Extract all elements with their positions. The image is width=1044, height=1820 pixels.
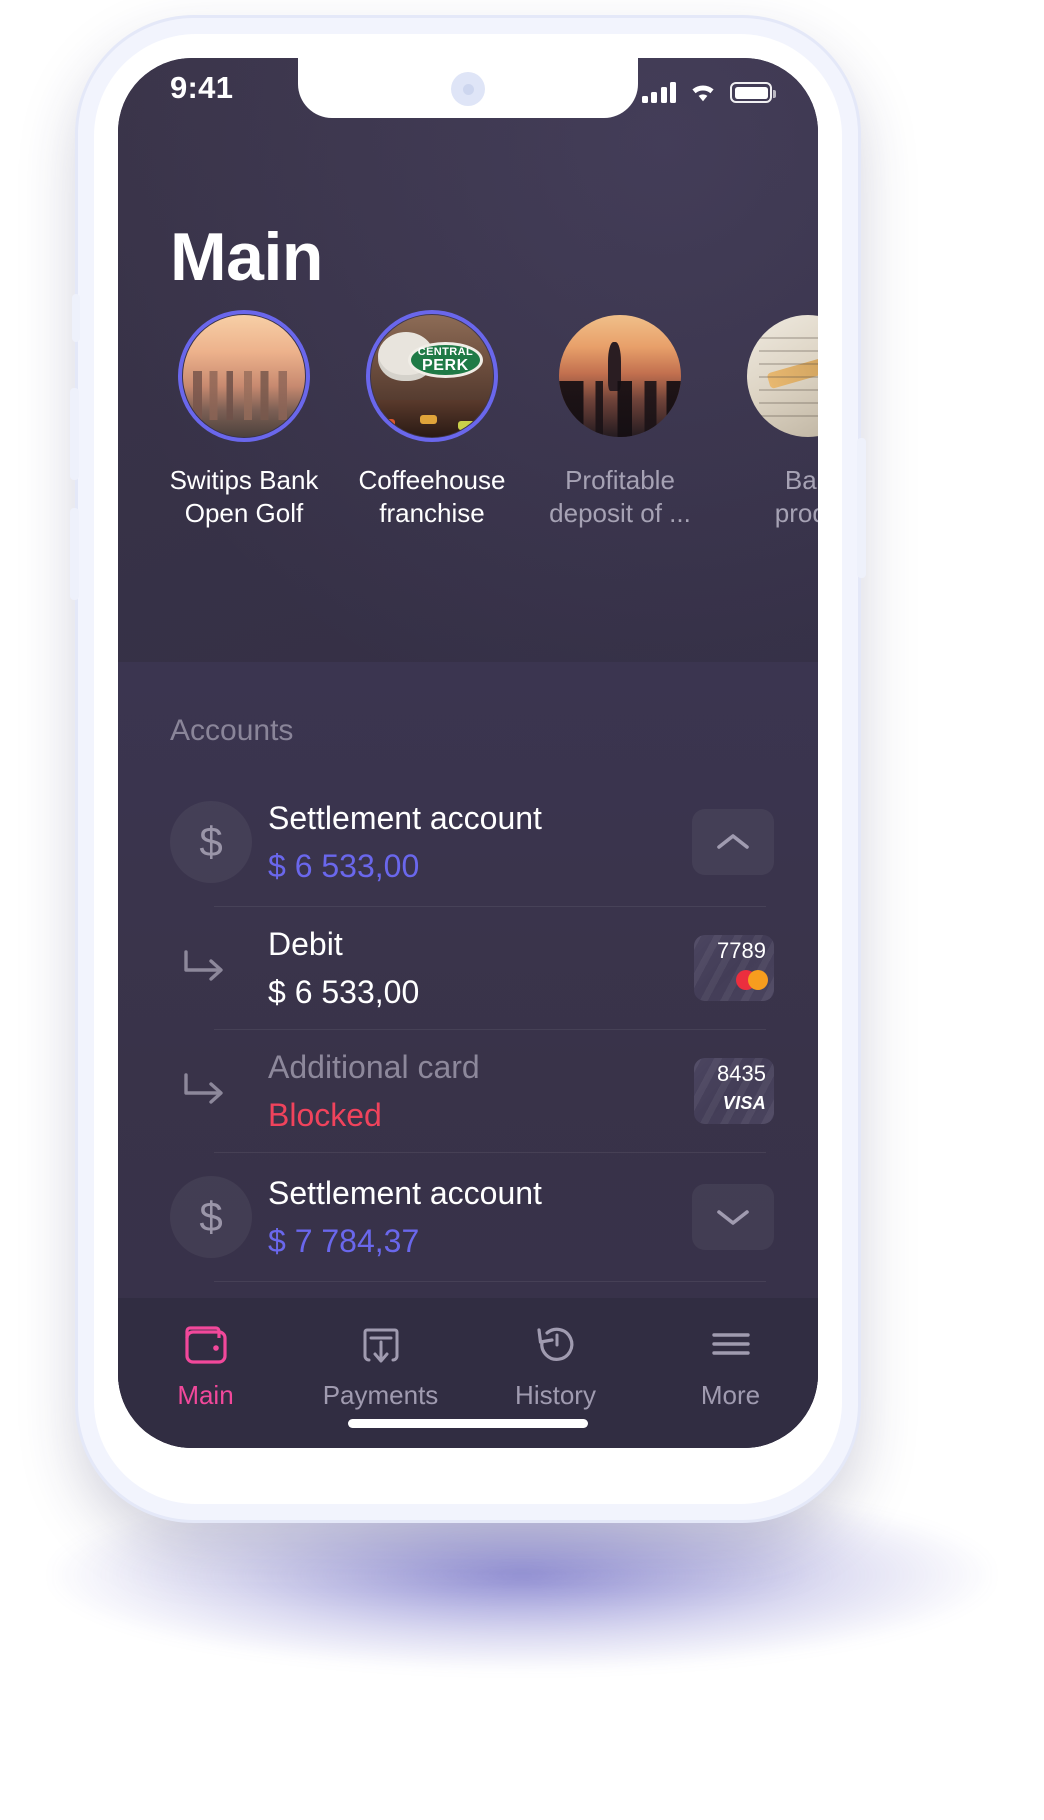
row-trailing (692, 1184, 774, 1250)
volume-up-button[interactable] (70, 388, 79, 480)
story-ring: CENTRAL PERK (366, 310, 498, 442)
account-name: Settlement account (268, 800, 542, 837)
home-indicator[interactable] (348, 1419, 588, 1428)
account-row-settlement-2[interactable]: $ Settlement account $ 7 784,37 (118, 1153, 818, 1281)
chevron-down-icon (717, 1210, 749, 1225)
story-thumbnail (747, 315, 818, 437)
row-content: Settlement account $ 6 533,00 (268, 799, 692, 885)
screen-header: Main (118, 118, 818, 296)
story-thumbnail (559, 315, 681, 437)
dollar-circle-icon: $ (170, 1176, 252, 1258)
story-ring (742, 310, 818, 442)
tab-label: History (515, 1380, 596, 1410)
arrow-branch-icon (184, 1073, 223, 1104)
accounts-list: $ Settlement account $ 6 533,00 Debit $ … (118, 778, 818, 1282)
phone-screen: 9:41 Main Switips Bank Open Golf CENTRAL… (118, 58, 818, 1448)
card-row-additional[interactable]: Additional card Blocked 8435 VISA (118, 1030, 818, 1152)
row-leading (170, 946, 268, 990)
story-item-2[interactable]: Profitable deposit of ... (526, 310, 714, 530)
phone-device-frame: 9:41 Main Switips Bank Open Golf CENTRAL… (70, 18, 866, 1520)
row-trailing (692, 809, 774, 875)
row-content: Additional card Blocked (268, 1048, 694, 1134)
card-name: Additional card (268, 1049, 480, 1086)
row-content: Settlement account $ 7 784,37 (268, 1174, 692, 1260)
row-leading: $ (170, 801, 268, 883)
story-label: Coffeehouse franchise (358, 465, 506, 528)
card-badge-mastercard[interactable]: 7789 (694, 935, 774, 1001)
chevron-up-icon (717, 834, 749, 849)
battery-full-icon (730, 82, 777, 103)
story-label: Ban produ (774, 465, 818, 528)
silent-switch[interactable] (72, 294, 80, 342)
tab-label: More (700, 1380, 761, 1410)
story-thumbnail: CENTRAL PERK (371, 315, 493, 437)
cellular-signal-icon (641, 81, 676, 103)
row-trailing: 8435 VISA (694, 1058, 774, 1124)
tab-main[interactable]: Main (118, 1320, 293, 1411)
volume-down-button[interactable] (70, 508, 79, 600)
status-indicators (641, 73, 777, 103)
story-item-0[interactable]: Switips Bank Open Golf (150, 310, 338, 530)
tab-label: Payments (322, 1380, 439, 1410)
card-status-badge: Blocked (268, 1096, 382, 1133)
visa-icon: VISA (722, 1092, 766, 1113)
card-badge-visa[interactable]: 8435 VISA (694, 1058, 774, 1124)
account-name: Settlement account (268, 1175, 542, 1212)
tab-label: Main (177, 1380, 234, 1410)
clock-rewind-icon (533, 1320, 579, 1368)
download-box-icon (358, 1320, 404, 1368)
dollar-circle-icon: $ (170, 801, 252, 883)
tab-payments[interactable]: Payments (293, 1320, 468, 1411)
story-item-1[interactable]: CENTRAL PERK Coffeehouse franchise (338, 310, 526, 530)
row-leading (170, 1069, 268, 1113)
story-ring (178, 310, 310, 442)
stories-carousel[interactable]: Switips Bank Open Golf CENTRAL PERK Coffe… (118, 310, 818, 530)
mastercard-icon (736, 968, 768, 992)
card-name: Debit (268, 926, 343, 963)
card-last4: 8435 (717, 1061, 766, 1086)
tab-history[interactable]: History (468, 1320, 643, 1411)
story-thumbnail (183, 315, 305, 437)
story-ring (554, 310, 686, 442)
page-root: 9:41 Main Switips Bank Open Golf CENTRAL… (0, 0, 1044, 1820)
wifi-icon (689, 82, 717, 103)
front-camera-icon (451, 72, 485, 106)
power-button[interactable] (857, 438, 866, 578)
expand-button[interactable] (692, 1184, 774, 1250)
account-row-settlement-1[interactable]: $ Settlement account $ 6 533,00 (118, 778, 818, 906)
card-row-debit[interactable]: Debit $ 6 533,00 7789 (118, 907, 818, 1029)
status-time: 9:41 (170, 70, 234, 105)
row-content: Debit $ 6 533,00 (268, 925, 694, 1011)
row-divider (214, 1281, 766, 1282)
story-label: Switips Bank Open Golf (169, 465, 319, 528)
tab-more[interactable]: More (643, 1320, 818, 1411)
account-amount: $ 6 533,00 (268, 847, 420, 884)
display-notch (298, 58, 638, 118)
story-item-3[interactable]: Ban produ (714, 310, 818, 530)
card-amount: $ 6 533,00 (268, 973, 420, 1010)
wallet-icon (183, 1320, 229, 1368)
row-leading: $ (170, 1176, 268, 1258)
card-last4: 7789 (717, 938, 766, 963)
row-trailing: 7789 (694, 935, 774, 1001)
story-label: Profitable deposit of ... (549, 465, 691, 528)
accounts-section-title: Accounts (170, 714, 294, 747)
hamburger-menu-icon (708, 1320, 754, 1368)
arrow-branch-icon (184, 950, 223, 981)
collapse-button[interactable] (692, 809, 774, 875)
page-title: Main (170, 219, 323, 295)
account-amount: $ 7 784,37 (268, 1222, 420, 1259)
